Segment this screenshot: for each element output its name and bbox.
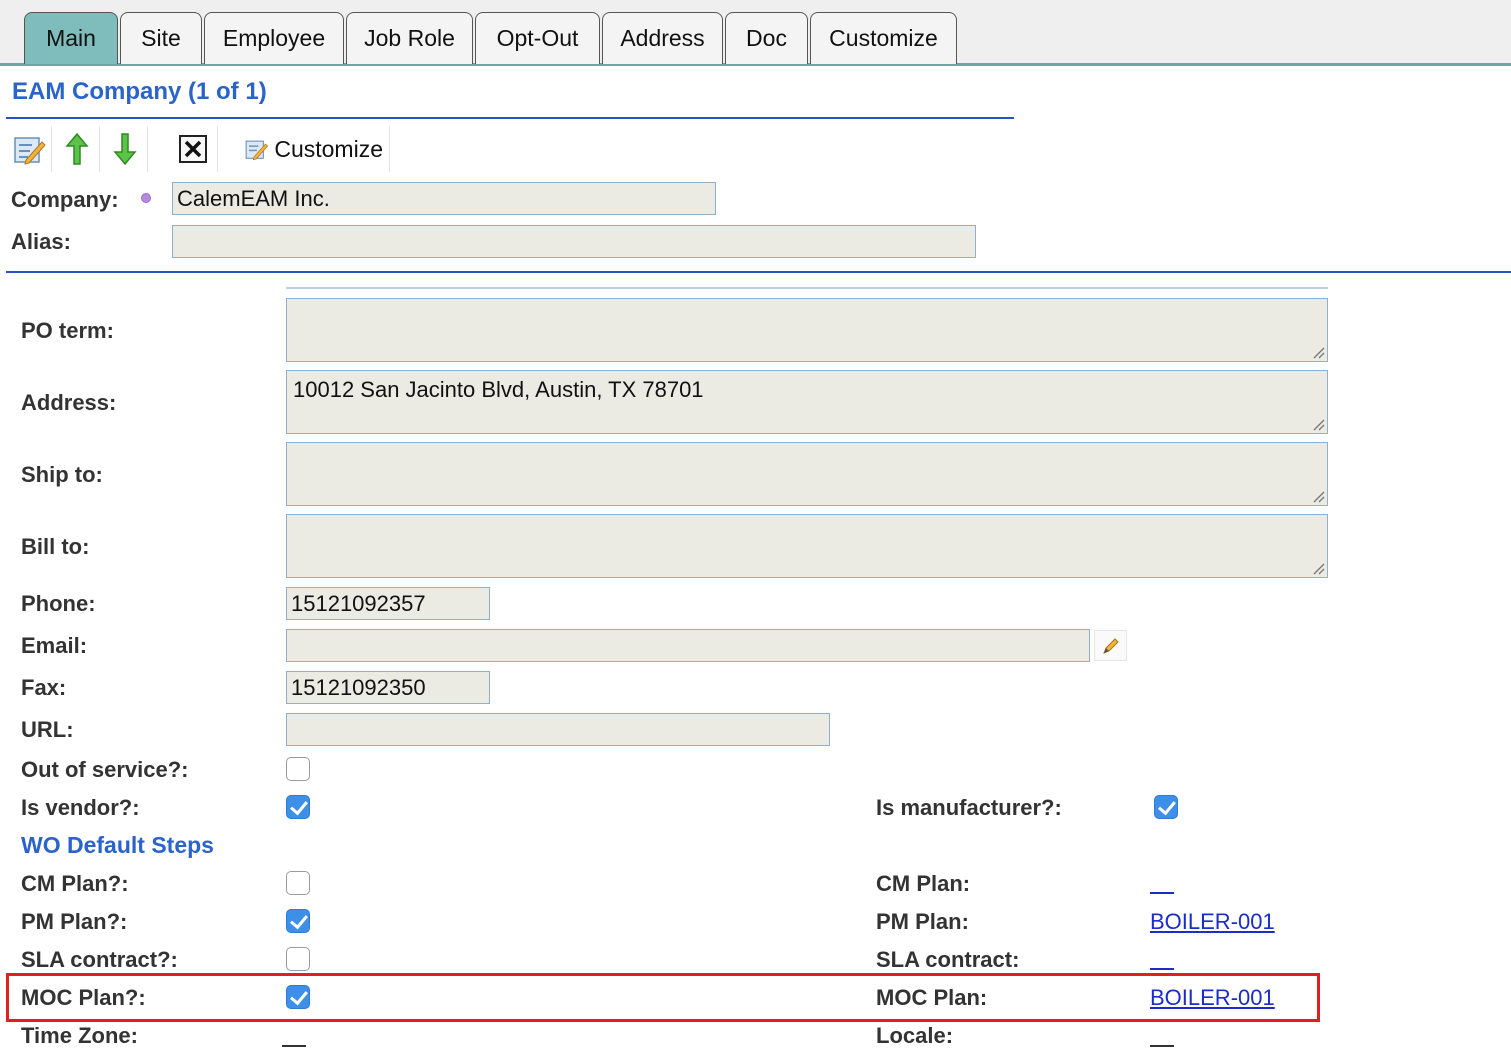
customize-label: Customize xyxy=(274,135,383,162)
resize-grip-icon[interactable] xyxy=(1311,561,1325,575)
email-input[interactable] xyxy=(286,629,1090,662)
po-term-label: PO term: xyxy=(21,318,114,343)
sla-contract-checkbox[interactable] xyxy=(286,947,310,971)
out-of-service-label: Out of service?: xyxy=(21,757,189,782)
close-button[interactable] xyxy=(168,126,218,172)
bill-to-textarea[interactable] xyxy=(286,514,1328,578)
tab-address[interactable]: Address xyxy=(602,12,723,64)
address-label: Address: xyxy=(21,390,117,415)
required-indicator xyxy=(141,193,151,203)
cm-plan-q-label: CM Plan?: xyxy=(21,871,129,896)
phone-input[interactable] xyxy=(286,587,490,620)
locale-value[interactable] xyxy=(1150,1045,1174,1047)
tab-job-role[interactable]: Job Role xyxy=(346,12,473,64)
arrow-up-icon xyxy=(64,132,89,165)
ship-to-textarea[interactable] xyxy=(286,442,1328,506)
is-vendor-label: Is vendor?: xyxy=(21,795,140,820)
resize-grip-icon[interactable] xyxy=(1311,345,1325,359)
tab-customize[interactable]: Customize xyxy=(810,12,957,64)
subsection-divider xyxy=(286,287,1328,289)
sla-contract-link[interactable] xyxy=(1150,968,1174,970)
tab-site[interactable]: Site xyxy=(120,12,202,64)
moc-plan-link[interactable]: BOILER-001 xyxy=(1150,985,1275,1011)
time-zone-label: Time Zone: xyxy=(21,1023,138,1048)
arrow-down-icon xyxy=(112,133,137,166)
title-divider xyxy=(6,117,1014,119)
is-vendor-checkbox[interactable] xyxy=(286,795,310,819)
tab-bar: Main Site Employee Job Role Opt-Out Addr… xyxy=(0,0,1511,66)
moc-plan-q-label: MOC Plan?: xyxy=(21,985,146,1010)
ship-to-label: Ship to: xyxy=(21,462,103,487)
fax-label: Fax: xyxy=(21,675,67,700)
phone-label: Phone: xyxy=(21,591,96,616)
pencil-icon xyxy=(1102,637,1119,654)
pm-plan-q-label: PM Plan?: xyxy=(21,909,128,934)
is-manufacturer-checkbox[interactable] xyxy=(1154,795,1178,819)
wo-default-steps-title: WO Default Steps xyxy=(21,832,214,858)
edit-button[interactable] xyxy=(6,126,52,172)
address-value: 10012 San Jacinto Blvd, Austin, TX 78701 xyxy=(293,377,704,402)
company-label: Company: xyxy=(11,187,119,212)
address-textarea[interactable]: 10012 San Jacinto Blvd, Austin, TX 78701 xyxy=(286,370,1328,434)
out-of-service-checkbox[interactable] xyxy=(286,757,310,781)
tab-doc[interactable]: Doc xyxy=(725,12,808,64)
email-edit-button[interactable] xyxy=(1094,630,1127,661)
resize-grip-icon[interactable] xyxy=(1311,417,1325,431)
time-zone-value[interactable] xyxy=(282,1045,306,1047)
section-divider xyxy=(6,271,1511,273)
moc-plan-label: MOC Plan: xyxy=(876,985,988,1010)
bill-to-label: Bill to: xyxy=(21,534,90,559)
tab-employee[interactable]: Employee xyxy=(204,12,344,64)
alias-input[interactable] xyxy=(172,225,976,258)
url-input[interactable] xyxy=(286,713,830,746)
customize-button[interactable]: Customize xyxy=(238,126,390,172)
fax-input[interactable] xyxy=(286,671,490,704)
url-label: URL: xyxy=(21,717,74,742)
edit-icon xyxy=(13,137,46,165)
is-manufacturer-label: Is manufacturer?: xyxy=(876,795,1062,820)
pm-plan-label: PM Plan: xyxy=(876,909,969,934)
form-title: EAM Company (1 of 1) xyxy=(12,78,267,105)
tab-opt-out[interactable]: Opt-Out xyxy=(475,12,600,64)
cm-plan-link[interactable] xyxy=(1150,892,1174,894)
highlight-box xyxy=(6,973,1320,1022)
company-input[interactable] xyxy=(172,182,716,215)
sla-contract-label: SLA contract: xyxy=(876,947,1020,972)
pm-plan-link[interactable]: BOILER-001 xyxy=(1150,909,1275,935)
po-term-textarea[interactable] xyxy=(286,298,1328,362)
resize-grip-icon[interactable] xyxy=(1311,489,1325,503)
next-record-button[interactable] xyxy=(102,126,148,172)
previous-record-button[interactable] xyxy=(54,126,100,172)
cm-plan-checkbox[interactable] xyxy=(286,871,310,895)
locale-label: Locale: xyxy=(876,1023,954,1048)
moc-plan-checkbox[interactable] xyxy=(286,985,310,1009)
sla-contract-q-label: SLA contract?: xyxy=(21,947,178,972)
pm-plan-checkbox[interactable] xyxy=(286,909,310,933)
close-icon xyxy=(178,135,207,163)
alias-label: Alias: xyxy=(11,229,71,254)
customize-icon xyxy=(245,140,269,161)
tab-main[interactable]: Main xyxy=(24,12,118,64)
cm-plan-label: CM Plan: xyxy=(876,871,971,896)
email-label: Email: xyxy=(21,633,88,658)
